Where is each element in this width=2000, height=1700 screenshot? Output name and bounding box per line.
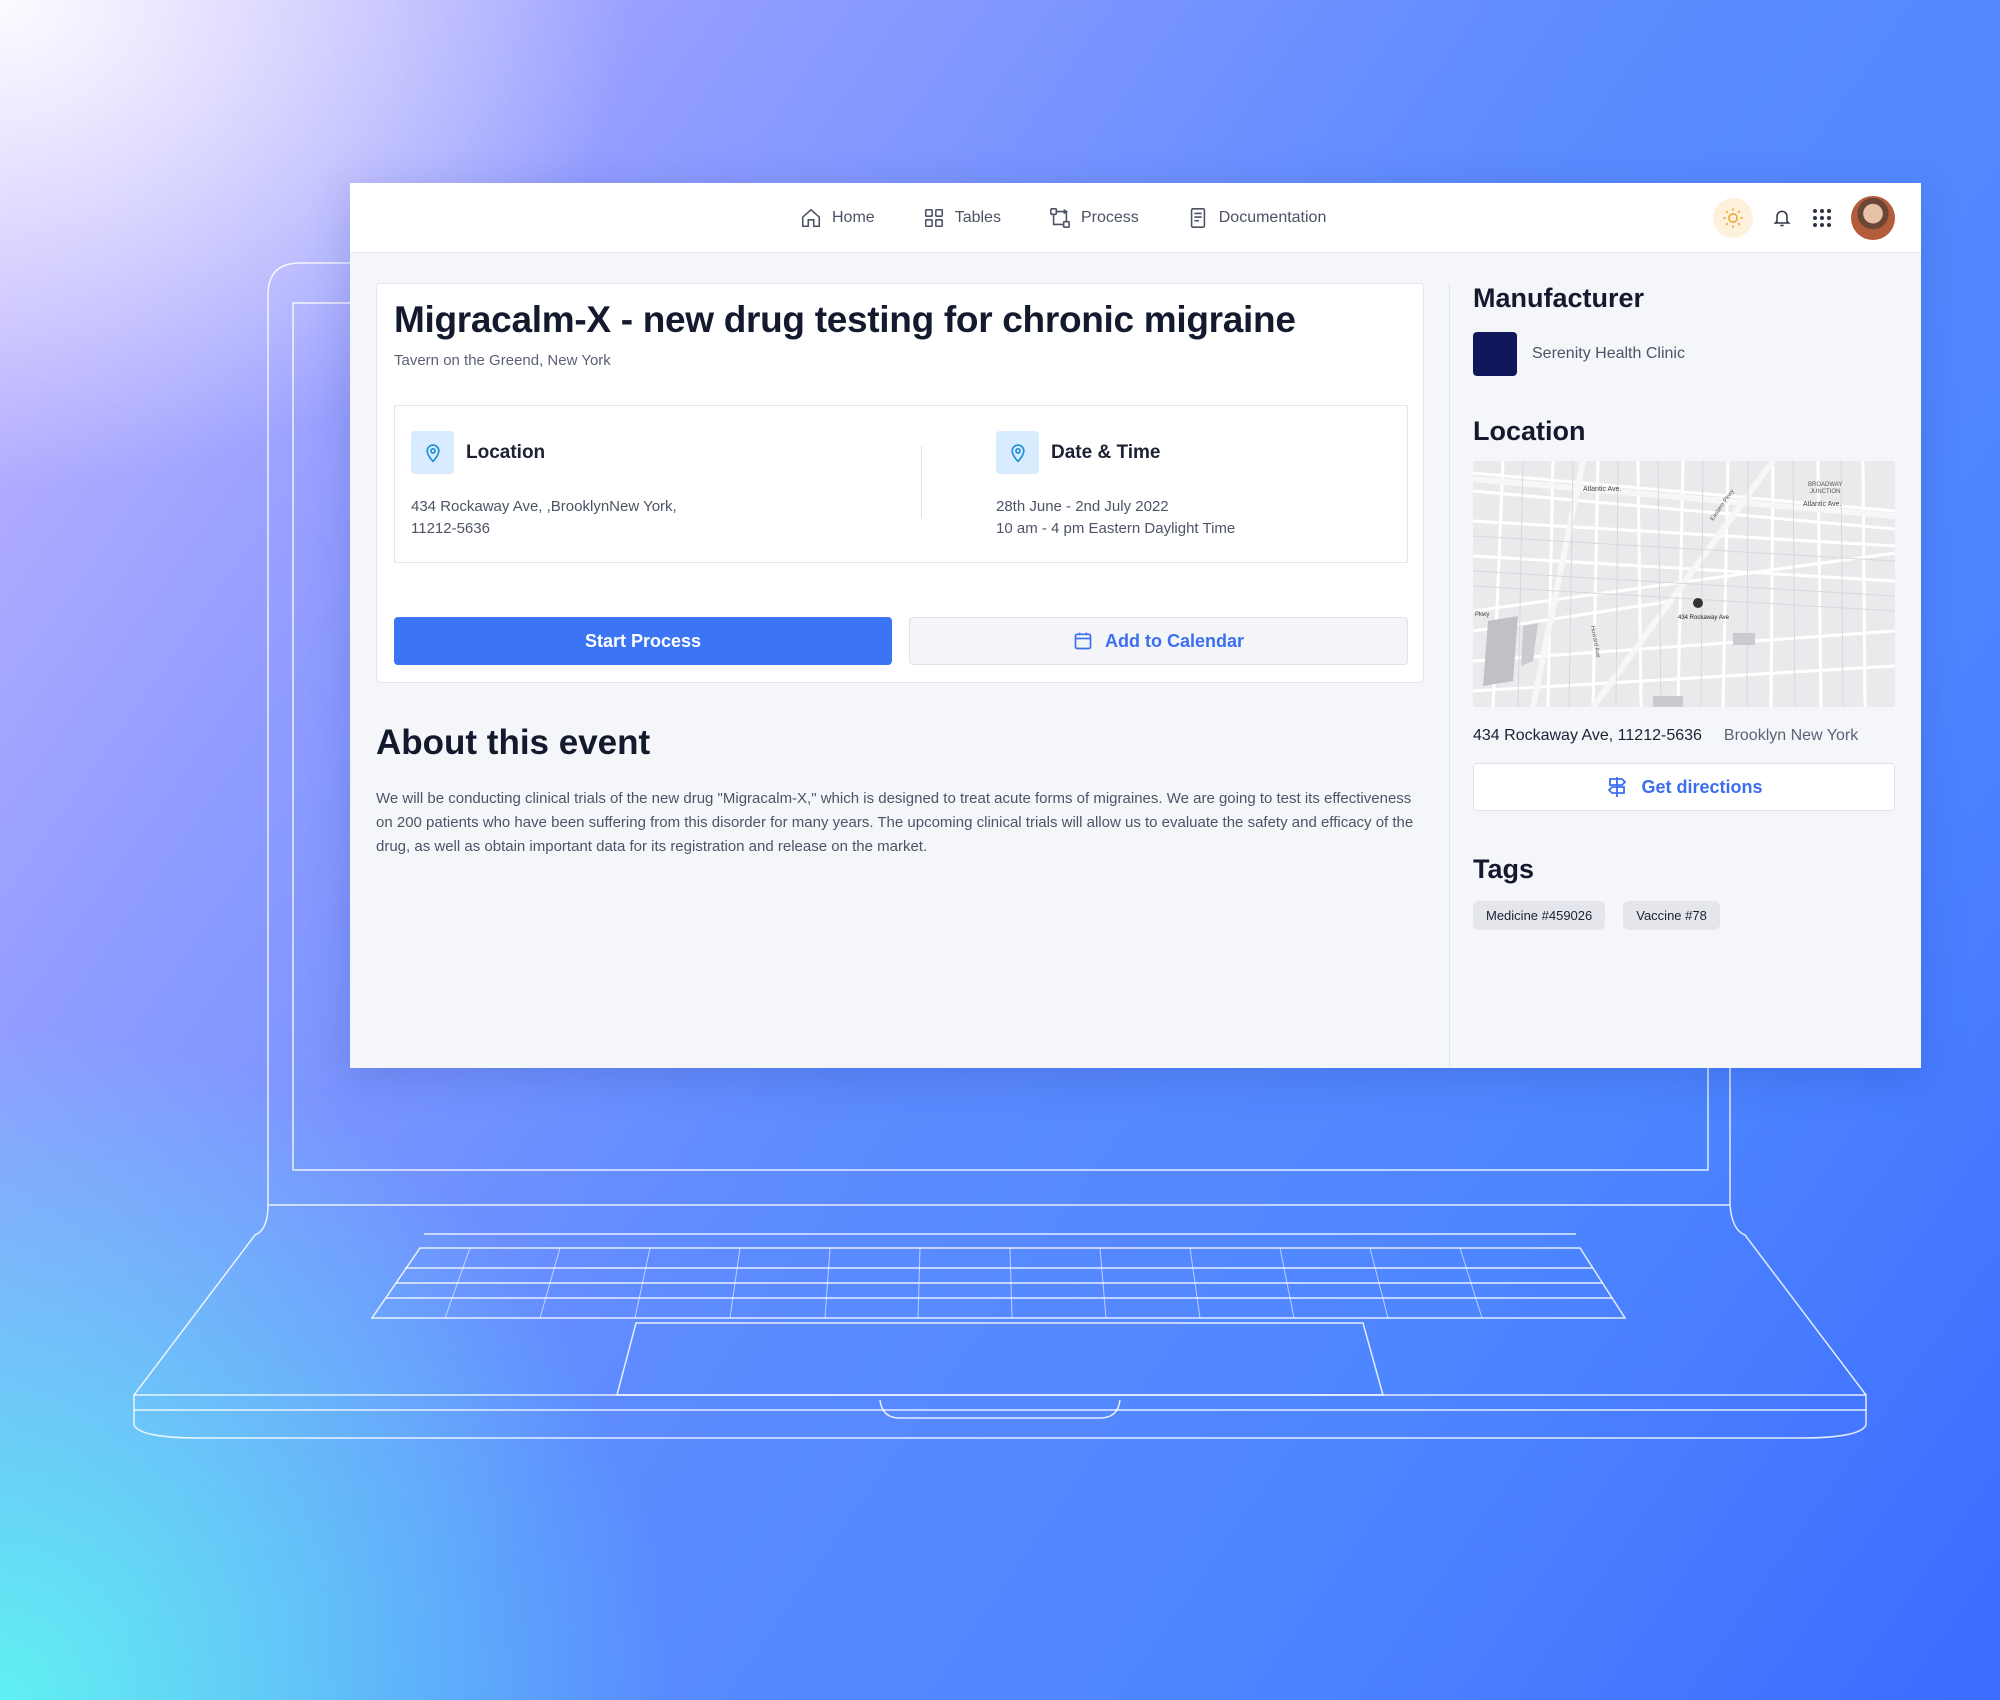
manufacturer-logo <box>1473 332 1517 376</box>
nav-documentation-label: Documentation <box>1218 209 1327 226</box>
nav-home[interactable]: Home <box>800 207 875 229</box>
map-pin-icon <box>425 443 440 463</box>
manufacturer-title: Manufacturer <box>1473 283 1645 313</box>
map-image: Atlantic Ave. Atlantic Ave. 434 Rockaway… <box>1473 461 1895 707</box>
nav-process[interactable]: Process <box>1049 207 1139 229</box>
start-process-button[interactable]: Start Process <box>394 617 892 665</box>
datetime-info: Date & Time 28th June - 2nd July 2022 10… <box>996 431 1235 540</box>
map-label: BROADWAY <box>1808 482 1842 488</box>
map-label: 434 Rockaway Ave <box>1678 615 1730 621</box>
grid-icon <box>924 208 943 228</box>
location-pin-badge <box>411 431 454 474</box>
address-city: Brooklyn New York <box>1723 727 1859 744</box>
location-line-1: 434 Rockaway Ave, ,BrooklynNew York, <box>411 498 677 515</box>
datetime-line-1: 28th June - 2nd July 2022 <box>996 498 1169 515</box>
datetime-pin-badge <box>996 431 1039 474</box>
nav-tables-label: Tables <box>954 209 1001 226</box>
main-nav: Home Tables Process Documentation <box>800 183 1326 253</box>
manufacturer-row[interactable]: Serenity Health Clinic <box>1473 332 1895 376</box>
map-label: Atlantic Ave. <box>1803 501 1841 508</box>
user-avatar[interactable] <box>1851 196 1895 240</box>
side-panel: Manufacturer Serenity Health Clinic Loca… <box>1473 283 1895 930</box>
add-to-calendar-label: Add to Calendar <box>1104 630 1244 651</box>
process-icon <box>1049 208 1070 228</box>
event-venue: Tavern on the Greend, New York <box>394 352 611 369</box>
start-process-label: Start Process <box>584 630 702 651</box>
apps-menu-button[interactable] <box>1811 207 1833 229</box>
document-icon <box>1190 208 1205 228</box>
add-to-calendar-button[interactable]: Add to Calendar <box>909 617 1408 665</box>
bell-icon <box>1773 210 1791 227</box>
address-row: 434 Rockaway Ave, 11212-5636 Brooklyn Ne… <box>1473 727 1895 745</box>
signpost-icon <box>1608 777 1627 797</box>
map-pin-icon <box>1010 443 1025 463</box>
about-title: About this event <box>376 723 651 762</box>
home-icon <box>801 208 821 228</box>
location-label: Location <box>466 441 546 463</box>
nav-tables[interactable]: Tables <box>923 207 1001 229</box>
event-title: Migracalm-X - new drug testing for chron… <box>394 299 1296 340</box>
app-window: Home Tables Process Documentation Migrac… <box>350 183 1921 1068</box>
tags-title: Tags <box>1473 854 1535 884</box>
apps-grid-icon <box>1813 209 1831 227</box>
calendar-icon <box>1074 632 1092 650</box>
about-description: We will be conducting clinical trials of… <box>376 790 1414 855</box>
nav-documentation[interactable]: Documentation <box>1187 207 1327 229</box>
event-card: Migracalm-X - new drug testing for chron… <box>376 283 1424 683</box>
map-label: JUNCTION <box>1810 489 1840 495</box>
top-right-actions <box>1713 196 1895 240</box>
top-navigation-bar: Home Tables Process Documentation <box>350 183 1921 253</box>
nav-process-label: Process <box>1080 209 1139 226</box>
location-map[interactable]: Atlantic Ave. Atlantic Ave. 434 Rockaway… <box>1473 461 1895 707</box>
get-directions-button[interactable]: Get directions <box>1473 763 1895 811</box>
sun-icon <box>1723 208 1743 228</box>
manufacturer-name: Serenity Health Clinic <box>1532 345 1685 362</box>
event-info-box: Location 434 Rockaway Ave, ,BrooklynNew … <box>394 405 1408 563</box>
tag-chip[interactable]: Vaccine #78 <box>1623 901 1720 930</box>
datetime-label: Date & Time <box>1051 441 1161 463</box>
map-label: Atlantic Ave. <box>1583 486 1621 493</box>
theme-toggle-button[interactable] <box>1713 198 1753 238</box>
location-info: Location 434 Rockaway Ave, ,BrooklynNew … <box>411 431 677 540</box>
tag-chip[interactable]: Medicine #459026 <box>1473 901 1606 930</box>
notifications-button[interactable] <box>1771 207 1793 229</box>
address-text: 434 Rockaway Ave, 11212-5636 <box>1473 727 1702 744</box>
side-panel-divider <box>1449 283 1450 1068</box>
side-location-title: Location <box>1473 416 1586 446</box>
datetime-line-2: 10 am - 4 pm Eastern Daylight Time <box>996 520 1236 537</box>
tags-list: Medicine #459026 Vaccine #78 <box>1473 901 1895 930</box>
map-label: Pkwy <box>1475 612 1489 618</box>
nav-home-label: Home <box>832 209 875 226</box>
location-line-2: 11212-5636 <box>411 520 490 537</box>
info-divider <box>921 446 922 518</box>
get-directions-label: Get directions <box>1641 776 1763 797</box>
